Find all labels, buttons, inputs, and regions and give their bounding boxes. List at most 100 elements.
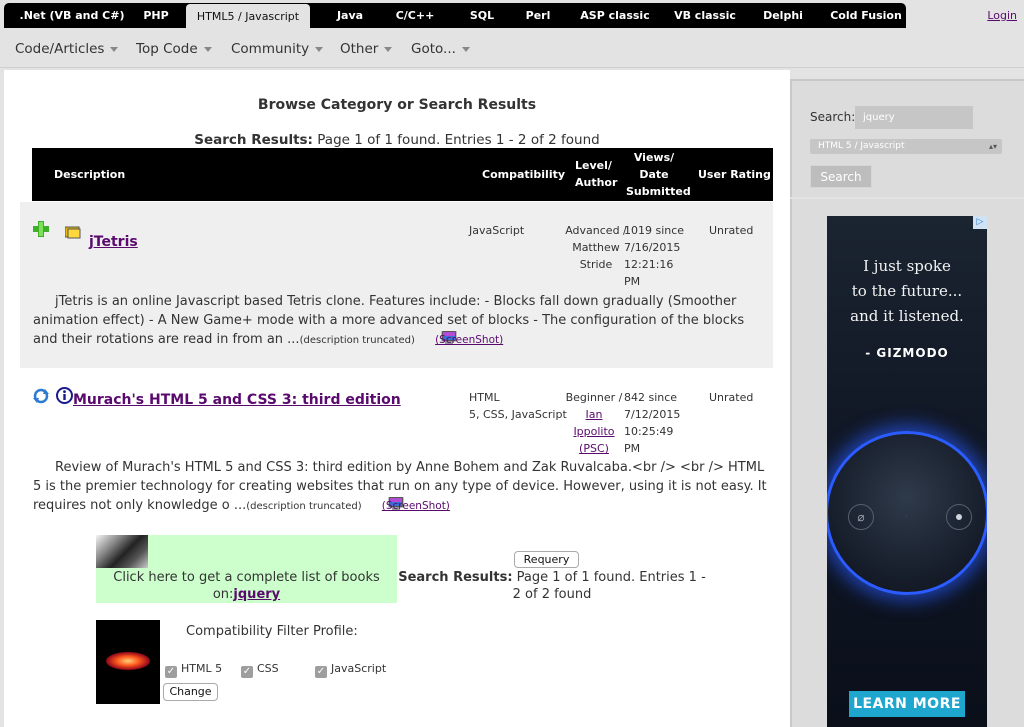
tab-c-cpp[interactable]: C/C++	[390, 3, 440, 28]
tab-perl[interactable]: Perl	[522, 3, 554, 28]
menu-label: Top Code	[136, 41, 198, 57]
tab-delphi[interactable]: Delphi	[760, 3, 806, 28]
entry-level-author: Beginner / Ian Ippolito (PSC)	[565, 389, 623, 457]
filter-profile-image	[96, 620, 160, 704]
mic-off-icon: ⌀	[848, 504, 874, 530]
language-tabs: .Net (VB and C#) PHP HTML5 / Javascript …	[4, 3, 906, 29]
header-submitted: Submitted	[626, 185, 691, 198]
ad-quote-line: I just spoke	[863, 257, 951, 275]
ad-learn-more-button[interactable]: LEARN MORE	[849, 691, 965, 717]
tab-sql[interactable]: SQL	[462, 3, 502, 28]
checkbox-icon: ✓	[165, 666, 177, 678]
header-user-rating: User Rating	[698, 168, 771, 181]
chevron-down-icon	[315, 46, 324, 52]
search-results-summary-bottom: Search Results: Page 1 of 1 found. Entri…	[396, 569, 708, 603]
ad-quote-line: to the future...	[851, 282, 963, 300]
entry-ampm: PM	[624, 442, 641, 455]
login-link[interactable]: Login	[987, 9, 1017, 22]
screenshot-link[interactable]: (ScreenShot)	[435, 334, 503, 346]
refresh-icon[interactable]	[33, 388, 49, 408]
change-filter-button[interactable]: Change	[163, 683, 218, 701]
header-description: Description	[54, 168, 126, 181]
menu-label: Other	[340, 41, 379, 57]
screenshot-icon[interactable]	[419, 330, 457, 344]
menu-community[interactable]: Community	[231, 41, 324, 57]
header-level: Level/	[575, 159, 612, 172]
filter-checkbox-html5[interactable]: ✓ HTML 5	[165, 662, 222, 678]
results-table-header: Description Compatibility Level/ Author …	[32, 148, 773, 201]
tab-dotnet[interactable]: .Net (VB and C#)	[10, 3, 134, 28]
entry-level: Beginner /	[565, 391, 623, 404]
main-menu-bar: Code/Articles Top Code Community Other G…	[0, 30, 1024, 68]
entry-views: 1019 since	[624, 224, 685, 237]
menu-goto[interactable]: Goto...	[411, 41, 470, 57]
filter-checkbox-javascript[interactable]: ✓ JavaScript	[315, 662, 386, 678]
chevron-down-icon	[110, 46, 119, 52]
search-button[interactable]: Search	[810, 165, 872, 188]
table-row: jTetris JavaScript Advanced / Matthew St…	[20, 202, 773, 368]
search-label: Search:	[810, 110, 856, 124]
tab-java[interactable]: Java	[330, 3, 370, 28]
entry-time: 12:21:16	[624, 258, 674, 271]
books-promo[interactable]: Click here to get a complete list of boo…	[96, 535, 397, 603]
search-input[interactable]	[855, 106, 973, 129]
plus-icon[interactable]	[33, 221, 49, 241]
screenshot-icon[interactable]	[366, 496, 404, 510]
speaker-center-dot-icon: ·	[905, 512, 908, 521]
entry-compatibility: HTML 5, CSS, JavaScript	[469, 389, 567, 423]
entry-compatibility: JavaScript	[469, 224, 525, 237]
requery-button[interactable]: Requery	[514, 551, 579, 568]
category-select[interactable]: HTML 5 / Javascript ▴▾	[810, 139, 1002, 154]
main-content: Browse Category or Search Results Search…	[4, 70, 790, 727]
entry-time: 10:25:49	[624, 425, 674, 438]
entry-level-author: Advanced / Matthew Stride	[565, 222, 627, 273]
entry-author-line: Stride	[579, 258, 613, 271]
book-thumbnail	[96, 535, 148, 568]
menu-label: Goto...	[411, 41, 456, 57]
entry-views: 842 since	[624, 391, 678, 404]
filter-profile-title: Compatibility Filter Profile:	[186, 624, 358, 639]
advertisement[interactable]: ▷ I just spoke to the future... and it l…	[827, 216, 987, 727]
author-link[interactable]: (PSC)	[565, 440, 623, 457]
entry-title-link[interactable]: Murach's HTML 5 and CSS 3: third edition	[73, 392, 401, 408]
header-level-author: Level/ Author	[575, 157, 617, 191]
entry-description: Review of Murach's HTML 5 and CSS 3: thi…	[33, 458, 771, 516]
search-results-summary: Search Results: Page 1 of 1 found. Entri…	[4, 132, 790, 148]
entry-rating: Unrated	[709, 391, 754, 404]
page-title: Browse Category or Search Results	[257, 97, 537, 113]
menu-label: Community	[231, 41, 310, 57]
adchoices-icon[interactable]: ▷	[973, 216, 987, 229]
entry-compatibility-line: HTML	[469, 391, 500, 404]
menu-other[interactable]: Other	[340, 41, 393, 57]
author-link[interactable]: Ian	[565, 406, 623, 423]
entry-title-link[interactable]: jTetris	[89, 234, 138, 250]
action-button-icon	[946, 504, 972, 530]
tab-cold-fusion[interactable]: Cold Fusion	[830, 3, 902, 28]
filter-option-label: JavaScript	[331, 662, 387, 675]
search-results-text: Page 1 of 1 found. Entries 1 - 2 of 2 fo…	[317, 132, 600, 148]
table-row: Murach's HTML 5 and CSS 3: third edition…	[20, 370, 773, 520]
search-results-text: Page 1 of 1 found. Entries 1 - 2 of 2 fo…	[512, 570, 706, 602]
checkbox-icon: ✓	[241, 666, 253, 678]
truncated-note: (description truncated)	[299, 335, 415, 346]
tab-asp-classic[interactable]: ASP classic	[578, 3, 652, 28]
filter-checkbox-css[interactable]: ✓ CSS	[241, 662, 279, 678]
screenshot-link[interactable]: (ScreenShot)	[382, 500, 450, 512]
folder-icon	[64, 224, 81, 243]
books-topic-link[interactable]: jquery	[233, 587, 280, 602]
entry-ampm: PM	[624, 275, 641, 288]
menu-label: Code/Articles	[15, 41, 105, 57]
entry-views-date: 1019 since 7/16/2015 12:21:16 PM	[624, 222, 684, 290]
tab-php[interactable]: PHP	[136, 3, 176, 28]
tab-html5-javascript[interactable]: HTML5 / Javascript	[186, 4, 310, 29]
filter-option-label: HTML 5	[181, 662, 223, 675]
sidebar-search-panel: Search: HTML 5 / Javascript ▴▾ Search	[790, 79, 1024, 197]
author-link[interactable]: Ippolito	[565, 423, 623, 440]
menu-top-code[interactable]: Top Code	[136, 41, 212, 57]
entry-author-line: Matthew	[572, 241, 620, 254]
entry-level: Advanced /	[565, 224, 627, 237]
entry-views-date: 842 since 7/12/2015 10:25:49 PM	[624, 389, 680, 457]
entry-compatibility-line: 5, CSS, JavaScript	[469, 408, 567, 421]
tab-vb-classic[interactable]: VB classic	[672, 3, 738, 28]
menu-code-articles[interactable]: Code/Articles	[15, 41, 119, 57]
